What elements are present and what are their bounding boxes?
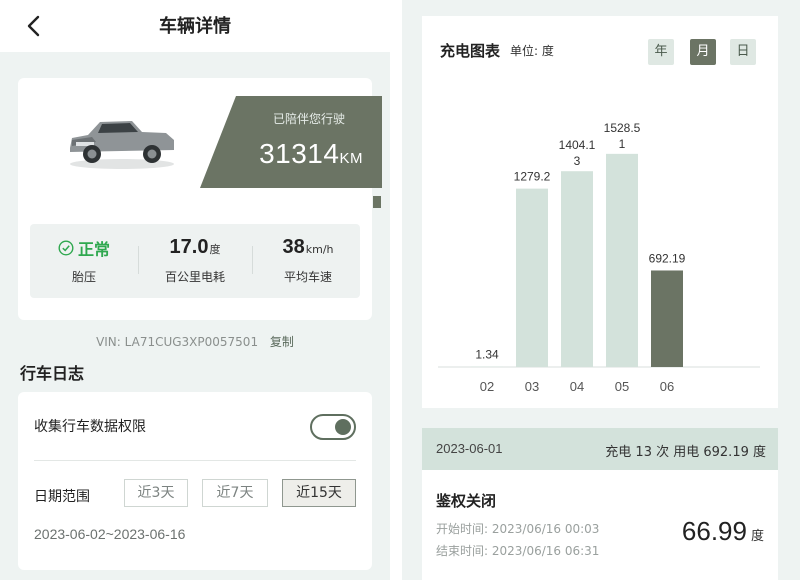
x-tick-05: 05 bbox=[615, 379, 629, 394]
copy-vin-button[interactable]: 复制 bbox=[270, 335, 294, 349]
session-end-time: 结束时间: 2023/06/16 06:31 bbox=[436, 544, 600, 558]
bar-04 bbox=[561, 171, 593, 367]
daily-summary-bar: 2023-06-01 充电 13 次 用电 692.19 度 bbox=[422, 428, 778, 470]
divider bbox=[34, 460, 356, 461]
bar-02 bbox=[471, 366, 503, 367]
mileage-label: 已陪伴您行驶 bbox=[272, 112, 345, 126]
driving-log-card: 收集行车数据权限 日期范围 近3天 近7天 近15天 2023-06-02~20… bbox=[18, 392, 372, 570]
session-energy-value: 66.99 bbox=[681, 516, 747, 546]
car-image bbox=[62, 102, 180, 172]
bar-03 bbox=[516, 188, 548, 367]
permission-label: 收集行车数据权限 bbox=[34, 419, 146, 435]
mileage-unit: KM bbox=[339, 150, 363, 167]
value-label-05: 1528.5 bbox=[604, 121, 641, 135]
value-label-04-line2: 3 bbox=[574, 154, 581, 168]
driving-log-title: 行车日志 bbox=[20, 364, 85, 383]
x-tick-02: 02 bbox=[480, 379, 494, 394]
speed-stat: 38 km/h 平均车速 bbox=[256, 236, 360, 285]
session-start-time: 开始时间: 2023/06/16 00:03 bbox=[436, 522, 600, 536]
session-title: 鉴权关闭 bbox=[436, 492, 497, 510]
x-tick-04: 04 bbox=[570, 379, 584, 394]
tire-status-text: 正常 bbox=[77, 240, 110, 259]
stats-box: 正常 胎压 17.0 度 百公里电耗 38 km/h 平均车速 bbox=[30, 224, 360, 298]
charging-chart-card: 充电图表 单位: 度 年 月 日 1.34 02 1279.2 03 1404.1 3 04… bbox=[422, 16, 778, 408]
vin-text: VIN: LA71CUG3XP0057501 bbox=[96, 335, 259, 349]
tire-status: 正常 bbox=[58, 236, 110, 260]
toggle-knob bbox=[335, 419, 351, 435]
page-title: 车辆详情 bbox=[159, 16, 231, 37]
speed-unit: km/h bbox=[305, 243, 334, 256]
mileage-value: 31314KM bbox=[246, 138, 376, 170]
session-energy-unit: 度 bbox=[750, 529, 764, 544]
mileage-number: 31314 bbox=[259, 138, 340, 169]
vehicle-card: 已陪伴您行驶 31314KM 正常 胎压 17.0 度 百公里电耗 38 km/… bbox=[18, 78, 382, 320]
vehicle-detail-screen: 车辆详情 已陪伴您行驶 31314KM 正常 胎压 17.0 度 百公里电耗 3… bbox=[0, 0, 390, 580]
bar-06 bbox=[651, 270, 683, 367]
x-tick-03: 03 bbox=[525, 379, 539, 394]
range-7-days-button[interactable]: 近7天 bbox=[202, 479, 268, 507]
mileage-banner: 已陪伴您行驶 31314KM bbox=[200, 96, 382, 188]
header-bar: 车辆详情 bbox=[0, 0, 390, 52]
banner-scroll-indicator bbox=[373, 196, 381, 208]
charging-screen: 充电图表 单位: 度 年 月 日 1.34 02 1279.2 03 1404.1 3 04… bbox=[402, 0, 800, 580]
speed-value: 38 bbox=[282, 236, 305, 258]
date-range-text: 2023-06-02~2023-06-16 bbox=[34, 526, 186, 542]
value-label-03: 1279.2 bbox=[514, 170, 551, 184]
summary-date: 2023-06-01 bbox=[436, 441, 503, 456]
range-3-days-button[interactable]: 近3天 bbox=[124, 479, 188, 507]
permission-toggle[interactable] bbox=[310, 414, 356, 440]
range-15-days-button[interactable]: 近15天 bbox=[282, 479, 356, 507]
value-label-05-line2: 1 bbox=[619, 137, 626, 151]
divider bbox=[138, 246, 139, 274]
divider bbox=[252, 246, 253, 274]
consumption-unit: 度 bbox=[209, 243, 221, 256]
vin-row: VIN: LA71CUG3XP0057501 复制 bbox=[0, 333, 390, 350]
consumption-value: 17.0 bbox=[169, 236, 209, 258]
tire-pressure-stat: 正常 胎压 bbox=[30, 236, 138, 285]
value-label-02: 1.34 bbox=[475, 348, 499, 362]
check-circle-icon bbox=[58, 240, 74, 256]
date-range-label: 日期范围 bbox=[34, 489, 90, 505]
x-tick-06: 06 bbox=[660, 379, 674, 394]
consumption-stat: 17.0 度 百公里电耗 bbox=[142, 236, 248, 285]
summary-stats: 充电 13 次 用电 692.19 度 bbox=[605, 445, 766, 460]
value-label-06: 692.19 bbox=[649, 251, 686, 265]
consumption-label: 百公里电耗 bbox=[164, 270, 225, 284]
bar-chart: 1.34 02 1279.2 03 1404.1 3 04 1528.5 1 05 692.19 06 bbox=[438, 121, 760, 394]
speed-label: 平均车速 bbox=[283, 270, 332, 284]
charging-session-card[interactable]: 鉴权关闭 开始时间: 2023/06/16 00:03 结束时间: 2023/0… bbox=[422, 470, 778, 580]
value-label-04: 1404.1 bbox=[559, 138, 596, 152]
session-energy: 66.99 度 bbox=[682, 516, 764, 547]
bar-05 bbox=[606, 153, 638, 367]
tire-label: 胎压 bbox=[71, 270, 96, 284]
